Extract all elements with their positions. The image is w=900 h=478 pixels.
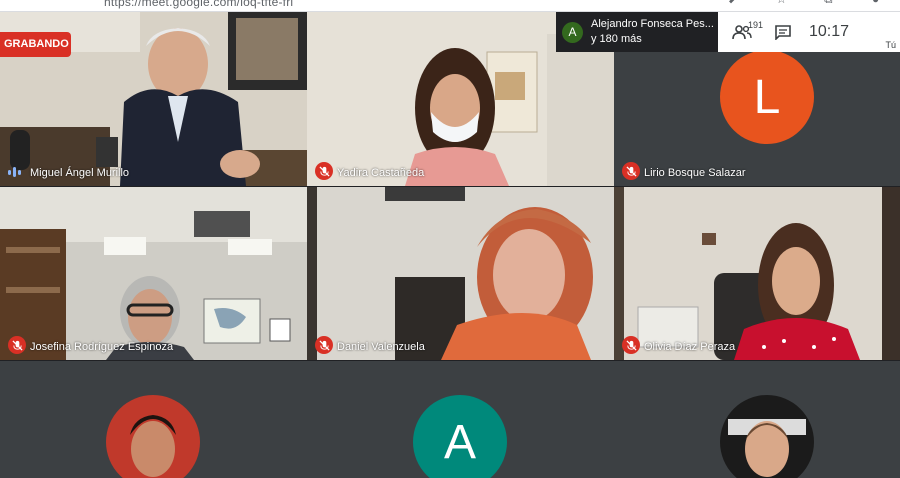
avatar-tile[interactable] (0, 361, 307, 478)
presenter-info[interactable]: A Alejandro Fonseca Pes... y 180 más (556, 12, 718, 52)
profile-icon[interactable]: ● (872, 0, 886, 5)
star-icon[interactable]: ☆ (776, 0, 790, 5)
meeting-toolbar: 191 10:17 Tú (718, 12, 900, 52)
share-icon[interactable]: ⬈ (728, 0, 742, 5)
mic-muted-icon (315, 336, 333, 354)
participant-name: Daniel Valenzuela (337, 341, 425, 353)
avatar-tile[interactable] (614, 361, 900, 478)
participant-photo-avatar (720, 395, 814, 478)
participant-photo-avatar (106, 395, 200, 478)
video-tile[interactable]: GRABANDO Miguel Ángel Murillo (0, 12, 307, 186)
self-view-label: Tú (885, 40, 896, 50)
video-tile[interactable]: Josefina Rodríguez Espinoza (0, 187, 307, 360)
avatar-tile[interactable]: A (307, 361, 614, 478)
participant-name: Josefina Rodríguez Espinoza (30, 341, 174, 353)
video-tile[interactable]: Olivia Díaz Peraza (614, 187, 900, 360)
mic-muted-icon (8, 336, 26, 354)
mic-muted-icon (315, 162, 333, 180)
participant-name: Olivia Díaz Peraza (644, 341, 736, 353)
participant-name: Lirio Bosque Salazar (644, 167, 746, 179)
others-count: y 180 más (591, 33, 642, 45)
url-text[interactable]: https://meet.google.com/ioq-tfte-fri (104, 0, 293, 9)
video-tile[interactable]: Daniel Valenzuela (307, 187, 614, 360)
chat-button[interactable] (766, 12, 800, 52)
participants-count: 191 (748, 20, 764, 30)
presenter-avatar: A (562, 21, 583, 43)
chat-icon (775, 24, 791, 40)
browser-address-bar[interactable]: https://meet.google.com/ioq-tfte-fri ⬈ ☆… (0, 0, 900, 12)
participant-name: Miguel Ángel Murillo (30, 167, 130, 179)
mic-muted-icon (622, 336, 640, 354)
extension-icon[interactable]: ⧉ (824, 0, 838, 5)
recording-badge: GRABANDO (0, 32, 71, 57)
participant-video (307, 187, 614, 360)
meet-window: https://meet.google.com/ioq-tfte-fri ⬈ ☆… (0, 0, 900, 478)
participant-video (614, 187, 900, 360)
meeting-clock: 10:17 (808, 23, 850, 40)
speaking-indicator-icon (8, 166, 22, 178)
participant-name: Yadira Castañeda (337, 167, 425, 179)
participant-avatar: L (720, 50, 814, 144)
participants-button[interactable]: 191 (718, 12, 766, 52)
mic-muted-icon (622, 162, 640, 180)
presenter-name: Alejandro Fonseca Pes... (591, 18, 714, 30)
participant-video (0, 187, 307, 360)
participant-avatar: A (413, 395, 507, 478)
